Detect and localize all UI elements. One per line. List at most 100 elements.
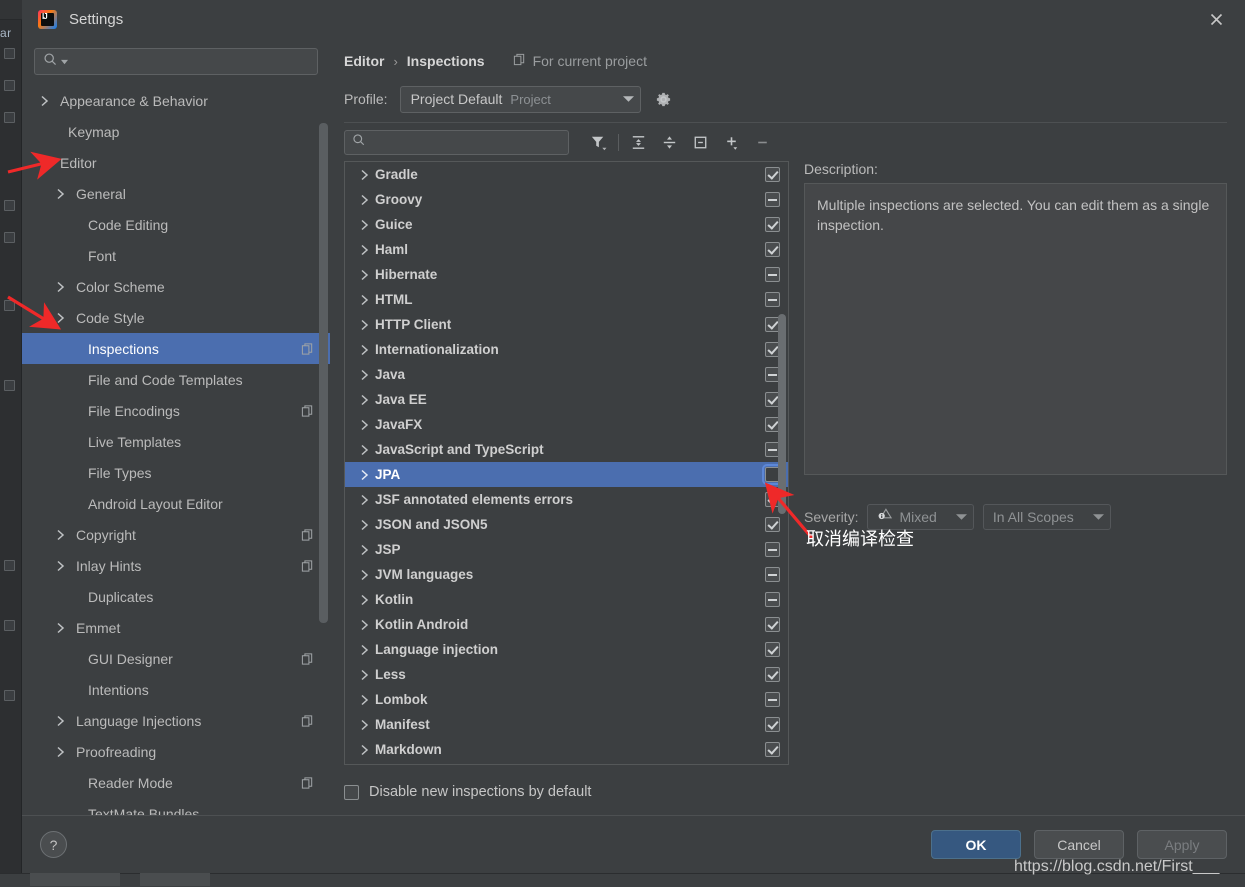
sidebar-search-box[interactable]	[34, 48, 318, 75]
inspection-row[interactable]: Internationalization	[345, 337, 788, 362]
inspection-checkbox[interactable]	[765, 617, 780, 632]
sidebar-item-font[interactable]: Font	[22, 240, 330, 271]
inspection-row[interactable]: Haml	[345, 237, 788, 262]
sidebar-item-live-templates[interactable]: Live Templates	[22, 426, 330, 457]
inspection-row[interactable]: Groovy	[345, 187, 788, 212]
inspection-checkbox[interactable]	[765, 242, 780, 257]
add-icon[interactable]	[716, 129, 747, 155]
chevron-right-icon[interactable]	[353, 719, 375, 731]
inspection-row[interactable]: JVM languages	[345, 562, 788, 587]
collapse-all-icon[interactable]	[654, 129, 685, 155]
inspection-checkbox[interactable]	[765, 292, 780, 307]
chevron-right-icon[interactable]	[353, 219, 375, 231]
chevron-right-icon[interactable]	[353, 444, 375, 456]
inspection-row[interactable]: Gradle	[345, 162, 788, 187]
chevron-right-icon[interactable]	[353, 569, 375, 581]
search-dropdown-icon[interactable]	[61, 53, 68, 71]
inspection-checkbox[interactable]	[765, 217, 780, 232]
inspection-row[interactable]: JSON and JSON5	[345, 512, 788, 537]
chevron-right-icon[interactable]	[353, 669, 375, 681]
inspections-search-input[interactable]	[370, 134, 561, 150]
chevron-right-icon[interactable]	[353, 169, 375, 181]
remove-icon[interactable]	[747, 129, 778, 155]
inspection-row[interactable]: JSF annotated elements errors	[345, 487, 788, 512]
inspection-row[interactable]: Kotlin	[345, 587, 788, 612]
chevron-right-icon[interactable]	[353, 644, 375, 656]
inspection-row[interactable]: Java EE	[345, 387, 788, 412]
inspection-row[interactable]: Lombok	[345, 687, 788, 712]
close-icon[interactable]	[1199, 6, 1233, 32]
inspection-checkbox[interactable]	[765, 267, 780, 282]
inspection-row[interactable]: Java	[345, 362, 788, 387]
inspection-checkbox[interactable]	[765, 192, 780, 207]
inspection-checkbox[interactable]	[765, 667, 780, 682]
inspection-row[interactable]: Hibernate	[345, 262, 788, 287]
chevron-right-icon[interactable]	[353, 494, 375, 506]
sidebar-item-inlay-hints[interactable]: Inlay Hints	[22, 550, 330, 581]
cancel-button[interactable]: Cancel	[1034, 830, 1124, 859]
inspection-row[interactable]: JPA	[345, 462, 788, 487]
sidebar-item-android-layout-editor[interactable]: Android Layout Editor	[22, 488, 330, 519]
inspection-row[interactable]: Markdown	[345, 737, 788, 762]
chevron-right-icon[interactable]	[353, 744, 375, 756]
breadcrumb-parent[interactable]: Editor	[344, 53, 384, 69]
chevron-right-icon[interactable]	[353, 369, 375, 381]
sidebar-item-proofreading[interactable]: Proofreading	[22, 736, 330, 767]
filter-icon[interactable]	[583, 129, 614, 155]
inspection-row[interactable]: Manifest	[345, 712, 788, 737]
inspection-row[interactable]: JavaFX	[345, 412, 788, 437]
sidebar-item-file-types[interactable]: File Types	[22, 457, 330, 488]
inspection-checkbox[interactable]	[765, 742, 780, 757]
inspection-row[interactable]: Language injection	[345, 637, 788, 662]
chevron-right-icon[interactable]	[353, 694, 375, 706]
gear-icon[interactable]	[653, 88, 675, 110]
sidebar-item-keymap[interactable]: Keymap	[22, 116, 330, 147]
inspection-checkbox[interactable]	[765, 517, 780, 532]
chevron-right-icon[interactable]	[353, 194, 375, 206]
profile-dropdown[interactable]: Project Default Project	[399, 85, 641, 113]
sidebar-item-color-scheme[interactable]: Color Scheme	[22, 271, 330, 302]
inspections-search-box[interactable]	[344, 129, 569, 155]
chevron-right-icon[interactable]	[353, 419, 375, 431]
sidebar-scrollbar[interactable]	[319, 123, 328, 623]
inspection-row[interactable]: Kotlin Android	[345, 612, 788, 637]
ok-button[interactable]: OK	[931, 830, 1021, 859]
chevron-right-icon[interactable]	[353, 544, 375, 556]
inspection-row[interactable]: JSP	[345, 537, 788, 562]
chevron-right-icon[interactable]	[353, 244, 375, 256]
chevron-right-icon[interactable]	[353, 319, 375, 331]
inspection-row[interactable]: JavaScript and TypeScript	[345, 437, 788, 462]
disable-new-inspections-option[interactable]: Disable new inspections by default	[344, 769, 1227, 815]
sidebar-item-duplicates[interactable]: Duplicates	[22, 581, 330, 612]
chevron-right-icon[interactable]	[353, 519, 375, 531]
collapse-node-icon[interactable]	[685, 129, 716, 155]
sidebar-item-copyright[interactable]: Copyright	[22, 519, 330, 550]
inspection-row[interactable]: HTML	[345, 287, 788, 312]
inspection-checkbox[interactable]	[765, 692, 780, 707]
inspection-checkbox[interactable]	[765, 642, 780, 657]
sidebar-item-editor[interactable]: Editor	[22, 147, 330, 178]
help-button[interactable]: ?	[40, 831, 67, 858]
sidebar-item-textmate-bundles[interactable]: TextMate Bundles	[22, 798, 330, 816]
chevron-right-icon[interactable]	[353, 619, 375, 631]
inspections-scrollbar[interactable]	[778, 314, 786, 514]
sidebar-item-emmet[interactable]: Emmet	[22, 612, 330, 643]
sidebar-item-file-encodings[interactable]: File Encodings	[22, 395, 330, 426]
sidebar-item-intentions[interactable]: Intentions	[22, 674, 330, 705]
inspection-checkbox[interactable]	[765, 567, 780, 582]
inspection-row[interactable]: Guice	[345, 212, 788, 237]
sidebar-search-input[interactable]	[68, 54, 309, 69]
sidebar-item-reader-mode[interactable]: Reader Mode	[22, 767, 330, 798]
chevron-right-icon[interactable]	[353, 294, 375, 306]
sidebar-item-language-injections[interactable]: Language Injections	[22, 705, 330, 736]
sidebar-item-file-and-code-templates[interactable]: File and Code Templates	[22, 364, 330, 395]
apply-button[interactable]: Apply	[1137, 830, 1227, 859]
sidebar-item-appearance-behavior[interactable]: Appearance & Behavior	[22, 85, 330, 116]
disable-new-inspections-checkbox[interactable]	[344, 784, 359, 800]
sidebar-item-gui-designer[interactable]: GUI Designer	[22, 643, 330, 674]
inspection-checkbox[interactable]	[765, 167, 780, 182]
sidebar-item-general[interactable]: General	[22, 178, 330, 209]
inspection-checkbox[interactable]	[765, 592, 780, 607]
chevron-right-icon[interactable]	[353, 269, 375, 281]
chevron-right-icon[interactable]	[353, 344, 375, 356]
